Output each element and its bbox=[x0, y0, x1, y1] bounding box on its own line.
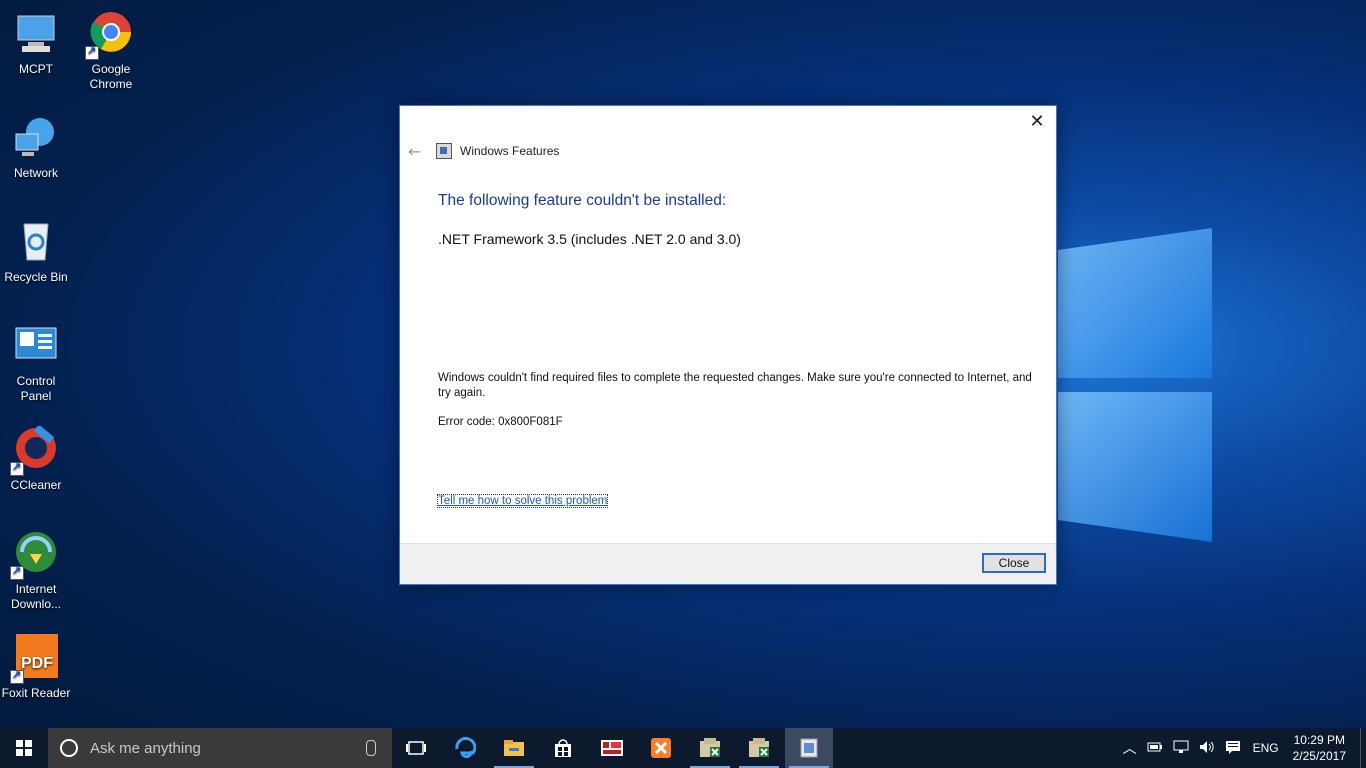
shortcut-arrow-icon bbox=[10, 668, 24, 684]
recycle-bin-icon bbox=[12, 218, 60, 266]
language-indicator[interactable]: ENG bbox=[1253, 741, 1279, 755]
close-button[interactable]: Close bbox=[982, 553, 1046, 573]
volume-icon[interactable] bbox=[1199, 740, 1215, 757]
clock-date: 2/25/2017 bbox=[1292, 749, 1346, 763]
close-icon[interactable]: ✕ bbox=[1022, 110, 1052, 132]
excel-file-icon bbox=[749, 738, 769, 757]
desktop-icon-label: Google Chrome bbox=[89, 62, 133, 91]
desktop-icon-label: CCleaner bbox=[10, 478, 62, 492]
control-panel-icon bbox=[12, 322, 60, 370]
task-view-button[interactable] bbox=[392, 728, 440, 768]
computer-icon bbox=[12, 10, 60, 58]
clock-time: 10:29 PM bbox=[1293, 733, 1345, 747]
idm-icon bbox=[10, 530, 60, 580]
taskbar-filezilla[interactable] bbox=[588, 728, 636, 768]
microphone-icon[interactable] bbox=[366, 740, 376, 756]
network-tray-icon[interactable] bbox=[1173, 740, 1189, 757]
back-arrow-icon[interactable]: ← bbox=[408, 142, 428, 161]
store-icon bbox=[555, 739, 571, 757]
error-message: Windows couldn't find required files to … bbox=[438, 372, 1032, 399]
network-icon bbox=[12, 114, 60, 162]
dialog-footer: Close bbox=[400, 543, 1056, 584]
system-tray: ︿ ENG 10:29 PM 2/25/2017 bbox=[1123, 728, 1366, 768]
start-button[interactable] bbox=[0, 728, 48, 768]
windows-features-icon bbox=[800, 738, 818, 758]
chrome-icon bbox=[85, 10, 135, 60]
desktop-icon-label: Network bbox=[13, 166, 58, 180]
taskbar-xampp[interactable] bbox=[637, 728, 685, 768]
taskbar-windows-features[interactable] bbox=[785, 728, 833, 768]
shortcut-arrow-icon bbox=[10, 564, 24, 580]
desktop-icon-label: Control Panel bbox=[16, 374, 56, 403]
filezilla-icon bbox=[601, 740, 623, 756]
windows-features-dialog: ✕ ← Windows Features The following featu… bbox=[399, 105, 1057, 585]
desktop-icon-idm[interactable]: Internet Downlo... bbox=[0, 530, 72, 612]
task-view-icon bbox=[406, 741, 426, 755]
svg-text:PDF: PDF bbox=[21, 655, 53, 672]
foxit-icon: PDF bbox=[10, 634, 60, 684]
shortcut-arrow-icon bbox=[10, 460, 24, 476]
xampp-icon bbox=[651, 738, 671, 758]
taskbar-excel-file-2[interactable] bbox=[735, 728, 783, 768]
taskbar-excel-file-1[interactable] bbox=[686, 728, 734, 768]
desktop-icon-label: Internet Downlo... bbox=[10, 582, 62, 611]
dialog-header: ← Windows Features bbox=[408, 142, 560, 161]
desktop-icon-network[interactable]: Network bbox=[0, 114, 72, 181]
search-placeholder: Ask me anything bbox=[90, 739, 201, 757]
error-heading: The following feature couldn't be instal… bbox=[438, 192, 727, 209]
file-explorer-icon bbox=[504, 740, 524, 756]
windows-features-icon bbox=[436, 143, 452, 159]
desktop-icon-label: Recycle Bin bbox=[4, 270, 68, 284]
clock[interactable]: 10:29 PM 2/25/2017 bbox=[1293, 732, 1346, 764]
help-link[interactable]: Tell me how to solve this problem bbox=[436, 494, 609, 508]
taskbar: Ask me anything ︿ ENG 10:29 PM 2/25/2017 bbox=[0, 728, 1366, 768]
battery-icon[interactable] bbox=[1147, 741, 1163, 756]
desktop-icon-recycle-bin[interactable]: Recycle Bin bbox=[0, 218, 72, 285]
desktop-icon-label: MCPT bbox=[19, 62, 53, 76]
edge-icon bbox=[455, 737, 476, 759]
desktop-icon-ccleaner[interactable]: CCleaner bbox=[0, 424, 72, 493]
error-code: Error code: 0x800F081F bbox=[438, 416, 563, 428]
action-center-icon[interactable] bbox=[1225, 740, 1241, 757]
desktop-icon-label: Foxit Reader bbox=[1, 686, 71, 700]
desktop-icon-chrome[interactable]: Google Chrome bbox=[75, 10, 147, 92]
taskbar-edge[interactable] bbox=[441, 728, 489, 768]
windows-start-icon bbox=[16, 740, 32, 756]
desktop-icon-control-panel[interactable]: Control Panel bbox=[0, 322, 72, 404]
dialog-title: Windows Features bbox=[460, 144, 560, 158]
windows-wallpaper-logo bbox=[1058, 228, 1212, 542]
cortana-search-box[interactable]: Ask me anything bbox=[48, 728, 392, 768]
ccleaner-icon bbox=[10, 424, 60, 476]
taskbar-store[interactable] bbox=[539, 728, 587, 768]
desktop-icon-mcpt[interactable]: MCPT bbox=[0, 10, 72, 77]
excel-file-icon bbox=[700, 738, 720, 757]
show-desktop-button[interactable] bbox=[1360, 728, 1366, 768]
cortana-icon bbox=[60, 739, 78, 757]
feature-name: .NET Framework 3.5 (includes .NET 2.0 an… bbox=[438, 231, 741, 247]
desktop-icon-foxit[interactable]: PDF Foxit Reader bbox=[0, 634, 72, 701]
show-hidden-icons-icon[interactable]: ︿ bbox=[1123, 738, 1137, 758]
taskbar-file-explorer[interactable] bbox=[490, 728, 538, 768]
shortcut-arrow-icon bbox=[85, 44, 99, 60]
